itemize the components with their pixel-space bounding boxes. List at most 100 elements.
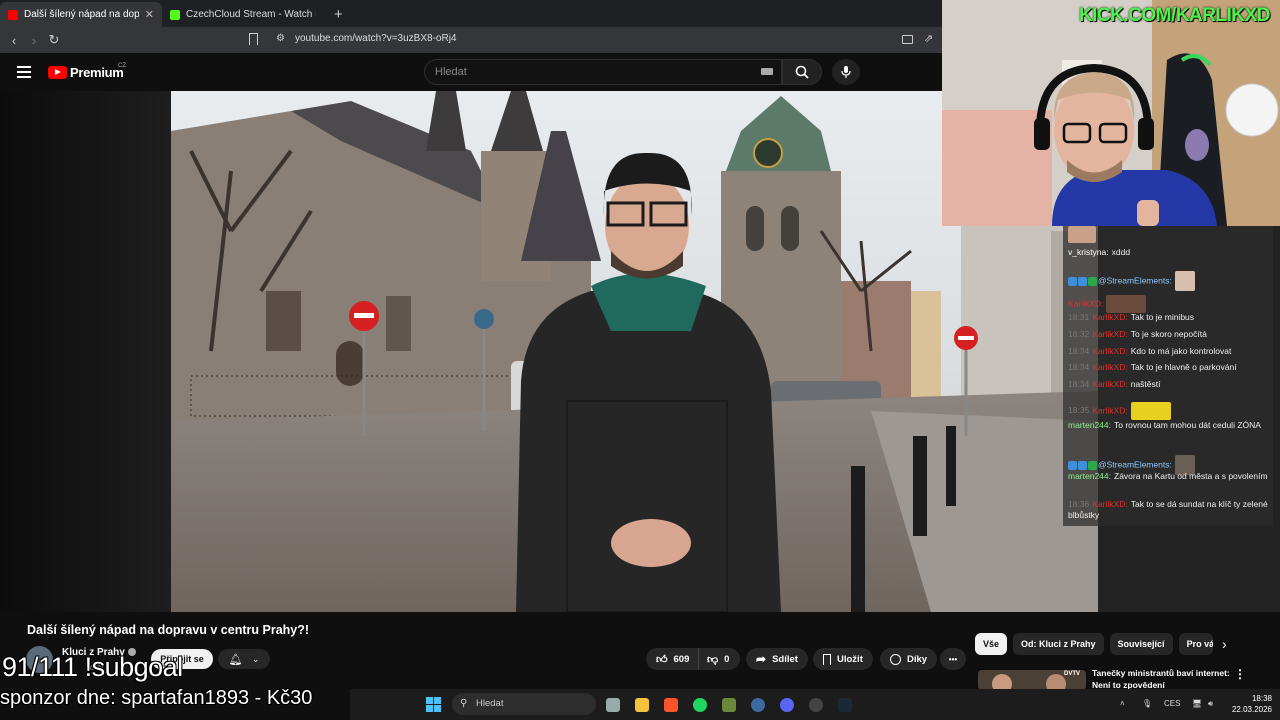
like-button[interactable]: 👍︎ 609 (646, 648, 698, 670)
chevron-down-icon: ⌄ (251, 653, 260, 664)
cast-icon[interactable] (902, 35, 913, 44)
search-input[interactable]: Hledat (424, 59, 782, 85)
windows-start-icon[interactable] (426, 697, 441, 712)
thanks-label: Díky (907, 653, 928, 665)
keyboard-icon[interactable] (761, 68, 773, 75)
tab-kick[interactable]: CzechCloud Stream - Watch Live on (162, 2, 324, 27)
chat-username[interactable]: marten244: (1068, 471, 1111, 481)
chip-for-you[interactable]: Pro vá (1178, 633, 1213, 655)
new-tab-button[interactable]: + (324, 2, 353, 27)
stream-chat-overlay: v_kristyna: xddd @StreamElements: KarlikXD:… (1063, 226, 1273, 526)
windows-taskbar: ⚲ Hledat ˄ 🎙︎ CES 🖥︎ 🔊︎ 18:38 22.03.2026 (350, 689, 1280, 720)
chat-message: marten244: To rovnou tam mohou dát ceduli… (1068, 420, 1268, 431)
thanks-button[interactable]: Díky (880, 648, 938, 670)
chat-text: naštěstí (1130, 379, 1161, 389)
chat-username[interactable]: @StreamElements: (1098, 275, 1172, 285)
chat-username[interactable]: KarlikXD: (1092, 405, 1127, 415)
chat-username[interactable]: KarlikXD: (1092, 329, 1127, 339)
task-view-icon[interactable] (606, 698, 620, 712)
language-indicator[interactable]: CES (1164, 699, 1180, 708)
search-button[interactable] (782, 59, 822, 85)
chat-timestamp: 18:31 (1068, 312, 1090, 322)
chat-username[interactable]: v_kristyna: (1068, 247, 1109, 257)
network-icon[interactable]: 🖥︎ (1192, 699, 1202, 708)
chat-timestamp: 18:32 (1068, 329, 1090, 339)
chat-timestamp: 18:35 (1068, 405, 1090, 416)
back-icon[interactable]: ‹ (4, 33, 24, 48)
minecraft-icon[interactable] (722, 698, 736, 712)
forward-icon[interactable]: › (24, 33, 44, 48)
recommendation-filter-chips: Vše Od: Kluci z Prahy Související Pro vá (975, 633, 1213, 655)
subgoal-overlay: 91/111 !subgoal (2, 652, 183, 682)
chat-message: 18:34 KarlikXD: Tak to je hlavně o parková… (1068, 362, 1268, 373)
chat-username[interactable]: KarlikXD: (1068, 298, 1103, 308)
youtube-logo-icon[interactable] (48, 66, 67, 79)
bell-icon: 🔔︎ (228, 653, 243, 666)
thumbnail-face (992, 674, 1012, 690)
chat-message: 18:32 KarlikXD: To je skoro nepočítá (1068, 329, 1268, 340)
chat-username[interactable]: @StreamElements: (1098, 459, 1172, 469)
chat-username[interactable]: KarlikXD: (1092, 346, 1127, 356)
chat-text: Závora na Kartu od města a s povolením (1114, 471, 1268, 481)
ccleaner-icon[interactable] (751, 698, 765, 712)
chip-all[interactable]: Vše (975, 633, 1008, 655)
voice-search-button[interactable] (832, 59, 860, 85)
reload-icon[interactable]: ↻ (44, 32, 64, 48)
chat-message: marten244: Závora na Kartu od města a s p… (1068, 471, 1268, 482)
microphone-tray-icon[interactable]: 🎙︎ (1142, 699, 1152, 708)
clock-time: 18:38 (1251, 694, 1272, 703)
chip-from-channel[interactable]: Od: Kluci z Prahy (1013, 633, 1104, 655)
menu-icon[interactable] (17, 66, 31, 78)
thumbnail-face (1046, 674, 1066, 690)
share-arrow-icon: ➦ (756, 652, 767, 666)
spotify-icon[interactable] (693, 698, 707, 712)
volume-icon[interactable]: 🔊︎ (1208, 699, 1213, 709)
share-button[interactable]: ➦ Sdílet (746, 648, 808, 670)
address-bar: ‹ › ↻ ⚙ youtube.com/watch?v=3uzBX8-oRj4 … (0, 27, 942, 53)
taskbar-search[interactable]: ⚲ Hledat (452, 693, 596, 715)
save-button[interactable]: Uložit (813, 648, 873, 670)
chat-username[interactable]: KarlikXD: (1092, 499, 1127, 509)
tray-chevron-icon[interactable]: ˄ (1120, 699, 1125, 708)
recommendation-title[interactable]: Tanečky ministrantů baví internet: Není … (1092, 667, 1242, 689)
share-icon[interactable]: ⇗ (924, 32, 933, 45)
chip-related[interactable]: Související (1109, 633, 1173, 655)
tab-youtube[interactable]: Další šílený nápad na dopravu v ✕ (0, 2, 162, 27)
chat-text: Tak to je hlavně o parkování (1130, 362, 1237, 372)
discord-icon[interactable] (780, 698, 794, 712)
chat-message: 18:34 KarlikXD: Kdo to má jako kontrolovat (1068, 346, 1268, 357)
chat-message: 18:34 KarlikXD: naštěstí (1068, 379, 1268, 390)
streamer-webcam: KICK.COM/KARLIKXD (942, 0, 1280, 226)
bookmark-save-icon (823, 653, 831, 665)
thanks-icon (890, 653, 901, 665)
chat-username[interactable]: KarlikXD: (1092, 379, 1127, 389)
chat-message: 18:31 KarlikXD: Tak to je minibus (1068, 312, 1268, 323)
close-tab-icon[interactable]: ✕ (145, 8, 154, 21)
chat-username[interactable]: KarlikXD: (1092, 362, 1127, 372)
bookmark-icon[interactable] (249, 33, 258, 45)
file-explorer-icon[interactable] (635, 698, 649, 712)
chat-badge-icon (1088, 276, 1097, 286)
kick-favicon-icon (170, 9, 180, 20)
chat-message: KarlikXD: (1068, 295, 1268, 313)
chat-badge-icon (1088, 460, 1097, 470)
more-actions-button[interactable]: ••• (940, 648, 966, 670)
site-info-icon[interactable]: ⚙ (276, 33, 285, 44)
microphone-icon (841, 66, 851, 78)
brave-browser-icon[interactable] (664, 698, 678, 712)
chevron-right-icon[interactable]: › (1222, 636, 1227, 652)
notification-button[interactable]: 🔔︎ ⌄ (218, 649, 270, 669)
chat-message: 18:36 KarlikXD: Tak to se dá sundat na klí… (1068, 499, 1268, 521)
obs-icon[interactable] (809, 698, 823, 712)
chat-username[interactable]: marten244: (1068, 420, 1111, 430)
youtube-premium-logo[interactable]: Premium (70, 65, 124, 80)
url-field[interactable]: youtube.com/watch?v=3uzBX8-oRj4 (295, 33, 456, 44)
recommendation-thumbnail[interactable]: DVTV (978, 670, 1086, 690)
steam-icon[interactable] (838, 698, 852, 712)
thumbnail-tag: DVTV (1064, 671, 1081, 677)
chat-username[interactable]: KarlikXD: (1092, 312, 1127, 322)
dislike-button[interactable]: 👎︎ 0 (698, 648, 740, 670)
more-vertical-icon[interactable]: ⋮ (1234, 667, 1246, 681)
taskbar-clock[interactable]: 18:38 22.03.2026 (1232, 693, 1272, 715)
chat-text: To je skoro nepočítá (1130, 329, 1207, 339)
